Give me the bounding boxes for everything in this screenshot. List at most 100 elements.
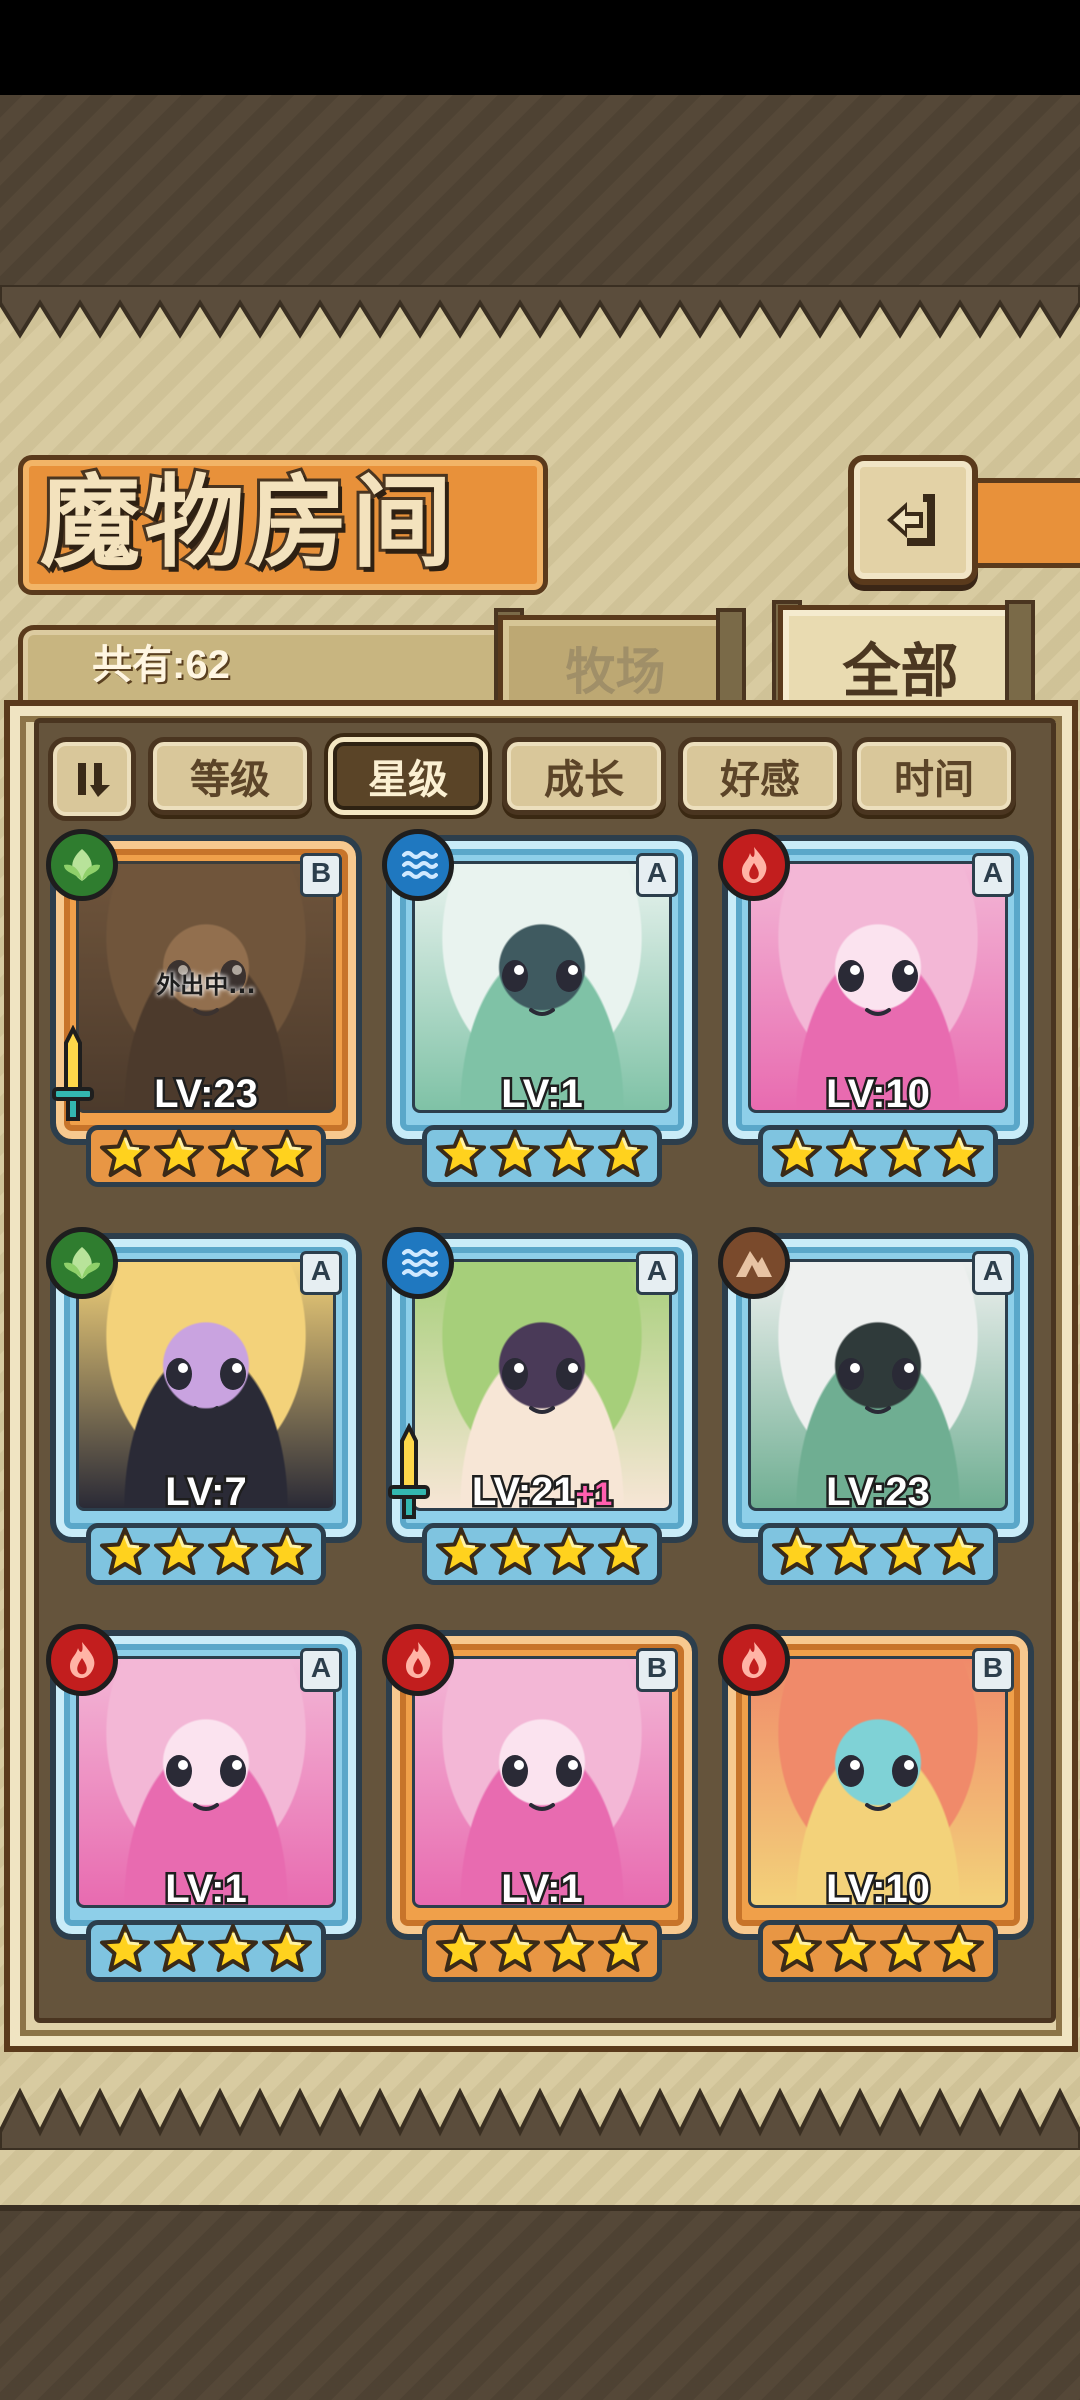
sort-growth-button[interactable]: 成长 <box>502 737 666 815</box>
zigzag-border-top <box>0 285 1080 339</box>
star-icon <box>934 1129 984 1177</box>
star-icon <box>100 1527 150 1575</box>
rank-badge: A <box>972 1251 1014 1295</box>
star-icon <box>436 1527 486 1575</box>
monster-card[interactable]: A LV:21+1 <box>382 1227 698 1585</box>
sort-order-icon <box>78 763 110 797</box>
star-icon <box>826 1129 876 1177</box>
level-value: LV:23 <box>824 1468 933 1517</box>
star-icon <box>544 1924 594 1972</box>
star-icon <box>436 1924 486 1972</box>
back-rail <box>960 478 1080 568</box>
water-element-icon <box>382 829 454 901</box>
return-arrow-icon <box>887 494 935 546</box>
monster-card[interactable]: B 外出中... LV:23 <box>46 829 362 1187</box>
level-label: LV:1 <box>386 1070 698 1119</box>
rank-badge: A <box>300 1251 342 1295</box>
zigzag-border-bottom <box>0 2087 1080 2150</box>
monster-card[interactable]: A LV:1 <box>46 1624 362 1982</box>
star-icon <box>154 1527 204 1575</box>
level-label: LV:1 <box>50 1865 362 1914</box>
star-icon <box>100 1129 150 1177</box>
level-value: LV:7 <box>163 1468 249 1517</box>
level-value: LV:10 <box>824 1070 933 1119</box>
level-bonus: +1 <box>573 1474 615 1515</box>
star-icon <box>880 1924 930 1972</box>
level-value: LV:1 <box>163 1865 249 1914</box>
star-icon <box>154 1924 204 1972</box>
rank-badge: A <box>972 853 1014 897</box>
star-icon <box>544 1129 594 1177</box>
level-label: LV:1 <box>386 1865 698 1914</box>
star-icon <box>772 1924 822 1972</box>
star-rating <box>758 1517 998 1587</box>
star-rating <box>86 1914 326 1984</box>
star-icon <box>598 1527 648 1575</box>
sort-order-toggle[interactable] <box>48 737 136 821</box>
fire-element-icon <box>718 829 790 901</box>
rank-badge: A <box>300 1648 342 1692</box>
map-strip-bottom <box>0 2205 1080 2400</box>
star-icon <box>490 1527 540 1575</box>
star-icon <box>490 1129 540 1177</box>
star-icon <box>262 1129 312 1177</box>
fire-element-icon <box>46 1624 118 1696</box>
star-rating <box>758 1119 998 1189</box>
water-element-icon <box>382 1227 454 1299</box>
fire-element-icon <box>382 1624 454 1696</box>
star-icon <box>934 1527 984 1575</box>
sort-affection-button[interactable]: 好感 <box>678 737 842 815</box>
nature-element-icon <box>46 1227 118 1299</box>
star-icon <box>262 1527 312 1575</box>
star-rating <box>86 1119 326 1189</box>
level-label: LV:7 <box>50 1468 362 1517</box>
star-icon <box>208 1527 258 1575</box>
star-rating <box>758 1914 998 1984</box>
monster-card[interactable]: A LV:23 <box>718 1227 1034 1585</box>
sort-time-button[interactable]: 时间 <box>852 737 1016 815</box>
level-value: LV:10 <box>824 1865 933 1914</box>
star-icon <box>880 1527 930 1575</box>
level-value: LV:23 <box>152 1070 261 1119</box>
star-icon <box>772 1527 822 1575</box>
star-icon <box>598 1924 648 1972</box>
star-icon <box>772 1129 822 1177</box>
rank-badge: A <box>636 1251 678 1295</box>
star-icon <box>436 1129 486 1177</box>
level-value: LV:21 <box>469 1468 578 1517</box>
rank-badge: B <box>972 1648 1014 1692</box>
level-label: LV:23 <box>722 1468 1034 1517</box>
map-strip-top <box>0 95 1080 291</box>
monster-card[interactable]: A LV:7 <box>46 1227 362 1585</box>
level-value: LV:1 <box>499 1865 585 1914</box>
level-value: LV:1 <box>499 1070 585 1119</box>
star-icon <box>826 1924 876 1972</box>
star-icon <box>208 1129 258 1177</box>
star-icon <box>544 1527 594 1575</box>
monster-card[interactable]: B LV:1 <box>382 1624 698 1982</box>
rank-badge: A <box>636 853 678 897</box>
star-icon <box>934 1924 984 1972</box>
star-icon <box>262 1924 312 1972</box>
monster-card[interactable]: B LV:10 <box>718 1624 1034 1982</box>
star-icon <box>100 1924 150 1972</box>
game-screen: 魔物房间 共有:62 牧场 全部 等级 星级 成长 好感 时间 B 外出中... L… <box>0 0 1080 2400</box>
page-title: 魔物房间 <box>37 460 456 584</box>
level-label: LV:21+1 <box>386 1468 698 1517</box>
fire-element-icon <box>718 1624 790 1696</box>
sort-star-button[interactable]: 星级 <box>328 737 488 815</box>
star-rating <box>422 1517 662 1587</box>
monster-card[interactable]: A LV:1 <box>382 829 698 1187</box>
monster-count: 共有:62 <box>92 643 230 687</box>
star-rating <box>86 1517 326 1587</box>
back-button[interactable] <box>848 455 978 585</box>
star-rating <box>422 1914 662 1984</box>
level-label: LV:10 <box>722 1070 1034 1119</box>
star-icon <box>598 1129 648 1177</box>
level-label: LV:23 <box>50 1070 362 1119</box>
status-bar <box>0 0 1080 95</box>
star-icon <box>880 1129 930 1177</box>
monster-card[interactable]: A LV:10 <box>718 829 1034 1187</box>
star-icon <box>826 1527 876 1575</box>
sort-level-button[interactable]: 等级 <box>148 737 312 815</box>
